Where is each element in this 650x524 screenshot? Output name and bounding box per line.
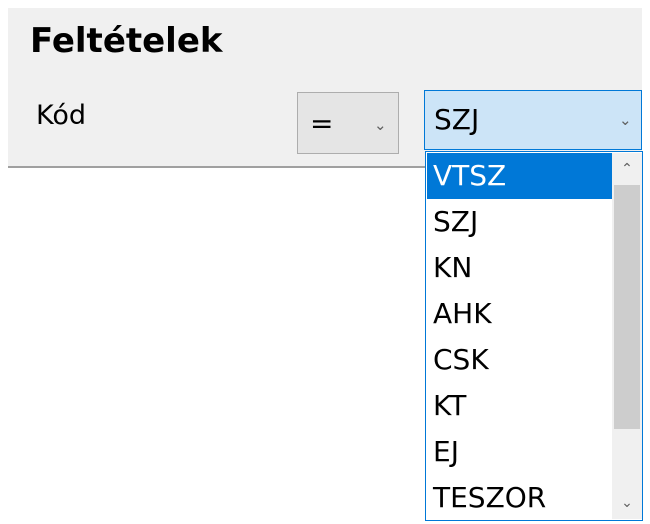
conditions-panel: Feltételek Kód = ⌄ SZJ ⌄ VTSZ SZJ KN AHK… bbox=[0, 0, 650, 524]
scrollbar-thumb[interactable] bbox=[614, 185, 640, 429]
option-item[interactable]: SZJ bbox=[427, 199, 612, 245]
operator-value: = bbox=[310, 107, 334, 140]
code-type-value: SZJ bbox=[434, 103, 480, 136]
option-item[interactable]: VTSZ bbox=[427, 153, 612, 199]
option-item[interactable]: KT bbox=[427, 383, 612, 429]
code-type-dropdown-list: VTSZ SZJ KN AHK CSK KT EJ TESZOR ⌃ ⌄ bbox=[425, 151, 643, 521]
section-title: Feltételek bbox=[30, 21, 223, 61]
option-item[interactable]: KN bbox=[427, 245, 612, 291]
option-item[interactable]: EJ bbox=[427, 429, 612, 475]
operator-combobox[interactable]: = ⌄ bbox=[297, 92, 399, 154]
option-item[interactable]: CSK bbox=[427, 337, 612, 383]
field-label: Kód bbox=[36, 100, 87, 131]
scroll-up-icon[interactable]: ⌃ bbox=[612, 153, 642, 185]
vertical-scrollbar[interactable]: ⌃ ⌄ bbox=[612, 153, 642, 519]
option-item[interactable]: TESZOR bbox=[427, 475, 612, 521]
chevron-down-icon: ⌄ bbox=[374, 116, 387, 134]
option-list: VTSZ SZJ KN AHK CSK KT EJ TESZOR bbox=[427, 153, 612, 521]
code-type-combobox[interactable]: SZJ ⌄ bbox=[424, 90, 642, 150]
option-item[interactable]: AHK bbox=[427, 291, 612, 337]
scroll-down-icon[interactable]: ⌄ bbox=[612, 487, 642, 519]
chevron-down-icon: ⌄ bbox=[619, 111, 632, 129]
